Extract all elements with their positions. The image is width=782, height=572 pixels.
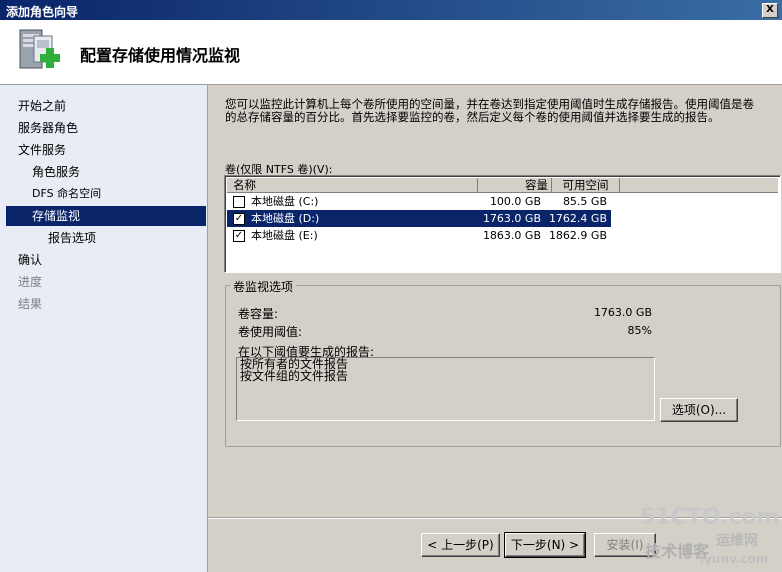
volume-row-c[interactable]: 本地磁盘 (C:) 100.0 GB 85.5 GB xyxy=(227,193,611,210)
volume-row-e[interactable]: ✓ 本地磁盘 (E:) 1863.0 GB 1862.9 GB xyxy=(227,227,611,244)
watermark-yunwei: 运维网 xyxy=(716,533,758,549)
volume-free-space: 1762.4 GB xyxy=(548,212,607,225)
usage-threshold-label: 卷使用阈值: xyxy=(238,325,303,339)
nav-item-progress: 进度 xyxy=(18,275,43,289)
listview-header: 名称 容量 可用空间 xyxy=(227,178,778,193)
wizard-header: 配置存储使用情况监视 xyxy=(0,20,782,85)
usage-threshold-value: 85% xyxy=(627,324,652,337)
nav-item-confirmation[interactable]: 确认 xyxy=(18,250,42,270)
reports-list[interactable]: 按所有者的文件报告 按文件组的文件报告 xyxy=(236,357,655,421)
nav-item-file-services[interactable]: 文件服务 xyxy=(18,140,66,160)
volume-free-space: 1862.9 GB xyxy=(548,229,607,242)
volume-capacity: 1863.0 GB xyxy=(482,229,541,242)
column-header-capacity[interactable]: 容量 xyxy=(478,178,552,193)
nav-item-server-roles[interactable]: 服务器角色 xyxy=(18,118,78,138)
server-add-icon xyxy=(19,29,60,69)
volume-row-d[interactable]: ✓ 本地磁盘 (D:) 1763.0 GB 1762.4 GB xyxy=(227,210,611,227)
nav-item-storage-monitoring[interactable]: 存储监视 xyxy=(32,206,80,226)
nav-item-before-you-begin[interactable]: 开始之前 xyxy=(18,96,66,116)
window-title: 添加角色向导 xyxy=(6,5,79,19)
options-button[interactable]: 选项(O)... xyxy=(660,398,738,422)
volumes-listview[interactable]: 名称 容量 可用空间 本地磁盘 (C:) 100.0 GB 85.5 GB ✓ … xyxy=(224,175,781,273)
window-titlebar: 添加角色向导 X xyxy=(0,0,782,20)
wizard-steps-nav: 开始之前 服务器角色 文件服务 角色服务 DFS 命名空间 存储监视 报告选项 … xyxy=(0,85,208,572)
column-header-free-space[interactable]: 可用空间 xyxy=(552,178,620,193)
close-button[interactable]: X xyxy=(762,3,778,18)
column-header-name[interactable]: 名称 xyxy=(227,178,478,193)
watermark-51cto: 51CTO.com xyxy=(640,505,780,530)
report-item: 按文件组的文件报告 xyxy=(240,369,349,383)
volume-e-checkbox[interactable]: ✓ xyxy=(233,230,245,242)
description-text: 您可以监控此计算机上每个卷所使用的空间量，并在卷达到指定使用阈值时生成存储报告。… xyxy=(225,97,754,124)
volume-d-checkbox[interactable]: ✓ xyxy=(233,213,245,225)
back-button[interactable]: < 上一步(P) xyxy=(421,533,500,557)
volume-c-checkbox[interactable] xyxy=(233,196,245,208)
volume-free-space: 85.5 GB xyxy=(562,195,607,208)
page-title: 配置存储使用情况监视 xyxy=(80,46,241,65)
nav-item-results: 结果 xyxy=(18,297,43,311)
watermark-iyunv: iyunv.com xyxy=(700,552,769,566)
volume-name: 本地磁盘 (D:) xyxy=(251,212,320,225)
volume-name: 本地磁盘 (C:) xyxy=(251,195,319,208)
volume-capacity: 1763.0 GB xyxy=(482,212,541,225)
group-title: 卷监视选项 xyxy=(230,278,297,295)
volume-capacity-value: 1763.0 GB xyxy=(593,306,652,319)
volume-capacity-label: 卷容量: xyxy=(238,307,279,321)
nav-item-role-services[interactable]: 角色服务 xyxy=(32,162,80,182)
nav-item-dfs-namespaces[interactable]: DFS 命名空间 xyxy=(32,184,101,204)
volume-name: 本地磁盘 (E:) xyxy=(251,229,318,242)
nav-item-report-options[interactable]: 报告选项 xyxy=(48,228,96,248)
next-button[interactable]: 下一步(N) > xyxy=(504,532,586,558)
volume-capacity: 100.0 GB xyxy=(489,195,541,208)
column-header-filler xyxy=(620,178,778,193)
